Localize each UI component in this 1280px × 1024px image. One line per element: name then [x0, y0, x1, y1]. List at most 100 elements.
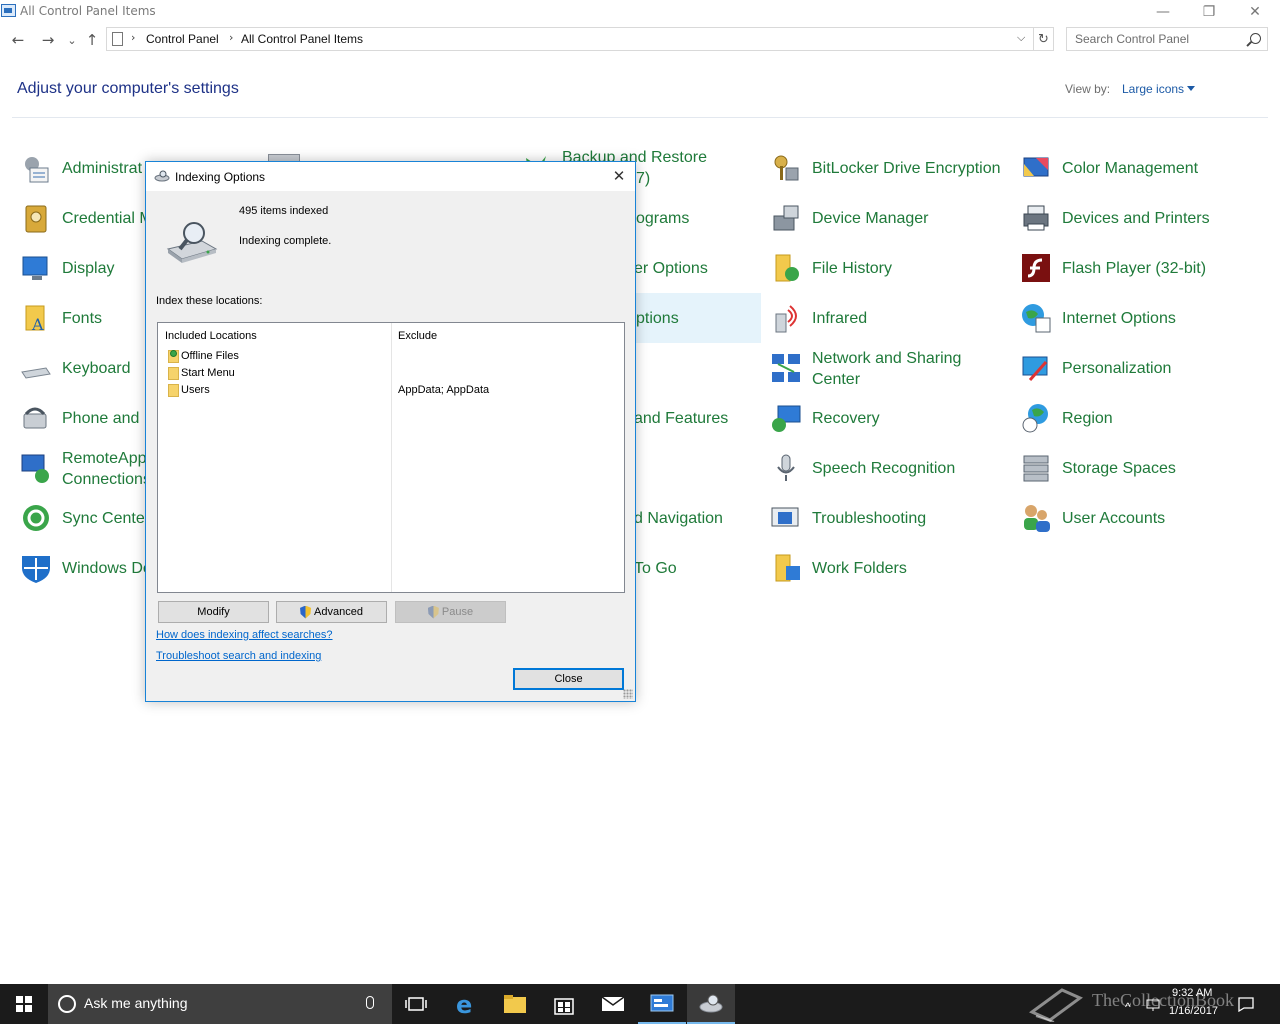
search-icon[interactable]	[1250, 33, 1261, 44]
edge-button[interactable]: e	[442, 984, 490, 1024]
cortana-icon	[58, 995, 76, 1013]
restore-button[interactable]: ❐	[1186, 0, 1232, 24]
start-button[interactable]	[0, 984, 48, 1024]
indexing-options-taskbar-button[interactable]	[687, 984, 735, 1024]
view-by-dropdown[interactable]: Large icons	[1122, 82, 1184, 96]
folder-icon	[504, 995, 526, 1013]
how-indexing-affects-link[interactable]: How does indexing affect searches?	[156, 629, 333, 641]
uac-shield-icon	[300, 605, 312, 619]
troubleshoot-link[interactable]: Troubleshoot search and indexing	[156, 650, 321, 662]
cp-item-infrared[interactable]: Infrared	[766, 293, 1011, 343]
cp-item-label: Device Manager	[812, 209, 929, 227]
cp-item-recovery[interactable]: Recovery	[766, 393, 1011, 443]
chevron-right-icon[interactable]: ›	[229, 31, 233, 44]
cp-item-personalization[interactable]: Personalization	[1016, 343, 1261, 393]
search-input[interactable]: Search Control Panel	[1066, 27, 1268, 51]
cp-item-label: Storage Spaces	[1062, 459, 1176, 477]
cp-item-color-management[interactable]: Color Management	[1016, 143, 1261, 193]
control-panel-icon	[650, 994, 674, 1012]
cp-item-file-history[interactable]: File History	[766, 243, 1011, 293]
up-arrow-icon[interactable]: ↑	[82, 30, 102, 50]
device-manager-icon	[773, 205, 799, 231]
advanced-button[interactable]: Advanced	[276, 601, 387, 623]
cp-item-label: Work Folders	[812, 559, 907, 577]
column-header-exclude[interactable]: Exclude	[398, 330, 437, 342]
cp-item-internet-options[interactable]: Internet Options	[1016, 293, 1261, 343]
storage-icon	[1023, 455, 1049, 482]
file-explorer-button[interactable]	[491, 984, 539, 1024]
navigation-bar: ← → ⌄ ↑ › Control Panel › All Control Pa…	[0, 26, 1280, 54]
recent-locations-chevron-icon[interactable]: ⌄	[62, 30, 82, 50]
folder-icon	[168, 367, 179, 380]
back-arrow-icon[interactable]: ←	[8, 30, 28, 50]
list-item[interactable]: Offline Files	[166, 349, 626, 365]
color-management-icon	[1023, 157, 1049, 177]
action-center-icon[interactable]	[1238, 996, 1254, 1012]
svg-text:A: A	[31, 315, 44, 334]
list-item[interactable]: Users AppData; AppData	[166, 383, 626, 399]
store-button[interactable]	[540, 984, 588, 1024]
cp-item-storage-spaces[interactable]: Storage Spaces	[1016, 443, 1261, 493]
resize-grip-icon[interactable]	[623, 689, 633, 699]
cp-item-user-accounts[interactable]: User Accounts	[1016, 493, 1261, 543]
dialog-titlebar[interactable]: Indexing Options ✕	[146, 162, 635, 191]
location-name: Start Menu	[181, 367, 235, 379]
address-bar[interactable]: › Control Panel › All Control Panel Item…	[106, 27, 1034, 51]
cortana-search-box[interactable]: Ask me anything	[48, 984, 392, 1024]
close-window-button[interactable]: ✕	[1232, 0, 1278, 24]
printer-icon	[1023, 205, 1049, 231]
task-view-button[interactable]	[392, 984, 440, 1024]
address-dropdown-chevron-icon[interactable]: ⌵	[1017, 31, 1025, 45]
cp-item-label: Devices and Printers	[1062, 209, 1210, 227]
cp-item-device-manager[interactable]: Device Manager	[766, 193, 1011, 243]
cp-item-region[interactable]: Region	[1016, 393, 1261, 443]
cp-item-label: User Accounts	[1062, 509, 1166, 527]
minimize-button[interactable]: —	[1140, 0, 1186, 24]
cp-item-bitlocker[interactable]: BitLocker Drive Encryption	[766, 143, 1011, 193]
dialog-close-icon[interactable]: ✕	[609, 166, 629, 186]
cp-item-label: Flash Player (32-bit)	[1062, 259, 1207, 277]
modify-button[interactable]: Modify	[158, 601, 269, 623]
infrared-icon	[775, 305, 797, 333]
dialog-title: Indexing Options	[175, 170, 266, 184]
cp-item-devices-and-printers[interactable]: Devices and Printers	[1016, 193, 1261, 243]
indexing-options-dialog: Indexing Options ✕ 495 items indexed Ind…	[145, 161, 636, 702]
task-view-icon	[405, 997, 427, 1011]
network-icon	[772, 354, 800, 382]
list-item[interactable]: Start Menu	[166, 366, 626, 382]
personalization-icon	[1022, 356, 1048, 381]
windows-logo-icon	[16, 996, 32, 1012]
window-titlebar: All Control Panel Items — ❐ ✕	[0, 0, 1280, 24]
breadcrumb-control-panel[interactable]: Control Panel	[146, 32, 219, 46]
mail-button[interactable]	[589, 984, 637, 1024]
column-header-included[interactable]: Included Locations	[165, 330, 257, 342]
cp-item-troubleshooting[interactable]: Troubleshooting	[766, 493, 1011, 543]
cp-item-label: Troubleshooting	[812, 509, 927, 527]
control-panel-taskbar-button[interactable]	[638, 984, 686, 1024]
divider	[12, 117, 1268, 118]
cp-item-network-and-sharing[interactable]: Network and Sharing Center	[766, 343, 1011, 395]
refresh-icon[interactable]: ↻	[1034, 27, 1054, 51]
folder-icon	[168, 350, 179, 363]
locations-list[interactable]: Included Locations Exclude Offline Files…	[157, 322, 625, 593]
bitlocker-icon	[774, 155, 799, 181]
items-indexed-count: 495 items indexed	[239, 205, 329, 217]
cp-item-flash-player[interactable]: Flash Player (32-bit)	[1016, 243, 1261, 293]
close-button[interactable]: Close	[513, 668, 624, 690]
cp-item-speech-recognition[interactable]: Speech Recognition	[766, 443, 1011, 493]
microphone-icon[interactable]	[366, 996, 374, 1009]
fonts-icon: A	[25, 305, 45, 334]
chevron-right-icon[interactable]: ›	[131, 31, 135, 44]
search-placeholder: Search Control Panel	[1075, 32, 1190, 46]
cp-item-label: Color Management	[1062, 159, 1199, 177]
cp-item-work-folders[interactable]: Work Folders	[766, 543, 1011, 593]
chevron-down-icon[interactable]	[1187, 86, 1195, 91]
forward-arrow-icon[interactable]: →	[38, 30, 58, 50]
breadcrumb-all-items[interactable]: All Control Panel Items	[241, 32, 363, 46]
region-icon	[1022, 404, 1048, 433]
keyboard-icon	[21, 367, 51, 379]
svg-text:e: e	[456, 992, 472, 1016]
indexing-icon	[154, 170, 170, 182]
cp-item-label: Recovery	[812, 409, 880, 427]
pause-button[interactable]: Pause	[395, 601, 506, 623]
